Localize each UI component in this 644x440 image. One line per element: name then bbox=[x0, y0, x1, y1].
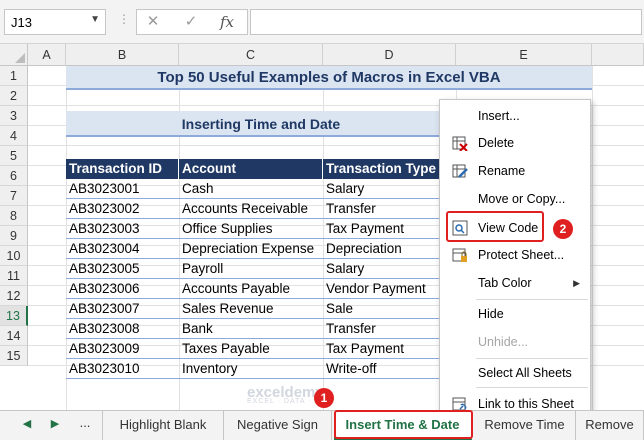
menu-item-protect-sheet[interactable]: Protect Sheet... bbox=[440, 243, 590, 267]
sheet-tab-context-menu: Insert... Delete Rename Move or Copy... … bbox=[439, 99, 591, 419]
row-header-12[interactable]: 12 bbox=[0, 286, 28, 306]
table-cell[interactable]: Cash bbox=[179, 179, 323, 199]
table-cell[interactable]: AB3023007 bbox=[66, 299, 179, 319]
watermark-logo: exceldemy EXCEL · DATA · BI bbox=[247, 384, 324, 405]
table-cell[interactable]: Depreciation Expense bbox=[179, 239, 323, 259]
table-cell[interactable]: Vendor Payment bbox=[323, 279, 441, 299]
menu-separator bbox=[476, 387, 588, 388]
table-cell[interactable]: AB3023001 bbox=[66, 179, 179, 199]
menu-item-unhide: Unhide... bbox=[478, 335, 529, 349]
view-code-highlight bbox=[446, 211, 544, 242]
sheet-subtitle: Inserting Time and Date bbox=[66, 111, 456, 137]
column-header-a[interactable]: A bbox=[28, 44, 66, 66]
formula-bar: J13 ▼ ⋮ ✕ ✓ fx bbox=[0, 0, 644, 44]
table-header-transaction-type: Transaction Type bbox=[323, 159, 441, 179]
table-cell[interactable]: Accounts Receivable bbox=[179, 199, 323, 219]
row-header-13[interactable]: 13 bbox=[0, 306, 28, 326]
column-header-c[interactable]: C bbox=[179, 44, 323, 66]
row-header-6[interactable]: 6 bbox=[0, 166, 28, 186]
row-header-5[interactable]: 5 bbox=[0, 146, 28, 166]
tab-remove-time[interactable]: Remove Time bbox=[474, 411, 576, 440]
row-header-7[interactable]: 7 bbox=[0, 186, 28, 206]
more-sheets-button[interactable]: ... bbox=[76, 415, 94, 430]
row-header-14[interactable]: 14 bbox=[0, 326, 28, 346]
menu-item-tab-color[interactable]: Tab Color ▶ bbox=[440, 271, 590, 295]
next-sheet-icon[interactable]: ▶ bbox=[46, 417, 64, 430]
table-cell[interactable]: Accounts Payable bbox=[179, 279, 323, 299]
menu-separator bbox=[476, 299, 588, 300]
table-cell[interactable]: Payroll bbox=[179, 259, 323, 279]
table-cell[interactable]: Salary bbox=[323, 179, 441, 199]
table-cell[interactable]: Bank bbox=[179, 319, 323, 339]
row-header-4[interactable]: 4 bbox=[0, 126, 28, 146]
table-cell[interactable]: Tax Payment bbox=[323, 339, 441, 359]
table-cell[interactable]: AB3023009 bbox=[66, 339, 179, 359]
table-cell[interactable]: AB3023004 bbox=[66, 239, 179, 259]
cancel-icon[interactable]: ✕ bbox=[140, 9, 166, 35]
formula-bar-grip-icon: ⋮ bbox=[118, 12, 130, 26]
protect-sheet-icon bbox=[452, 248, 467, 262]
menu-item-insert[interactable]: Insert... bbox=[440, 104, 590, 128]
row-header-8[interactable]: 8 bbox=[0, 206, 28, 226]
table-cell[interactable]: Transfer bbox=[323, 199, 441, 219]
table-cell[interactable]: Taxes Payable bbox=[179, 339, 323, 359]
formula-input[interactable] bbox=[250, 9, 642, 35]
row-header-15[interactable]: 15 bbox=[0, 346, 28, 366]
table-header-account: Account bbox=[179, 159, 323, 179]
table-cell[interactable]: Salary bbox=[323, 259, 441, 279]
table-cell[interactable]: AB3023008 bbox=[66, 319, 179, 339]
column-header-b[interactable]: B bbox=[66, 44, 179, 66]
table-cell[interactable]: AB3023010 bbox=[66, 359, 179, 379]
table-cell[interactable]: AB3023006 bbox=[66, 279, 179, 299]
column-header-d[interactable]: D bbox=[323, 44, 456, 66]
table-cell[interactable]: Transfer bbox=[323, 319, 441, 339]
rename-sheet-icon bbox=[452, 164, 468, 178]
tab-highlight-blank[interactable]: Highlight Blank bbox=[102, 411, 224, 440]
menu-item-hide[interactable]: Hide bbox=[440, 302, 590, 326]
tab-negative-sign[interactable]: Negative Sign bbox=[224, 411, 332, 440]
name-box-value: J13 bbox=[11, 15, 32, 30]
column-header-f[interactable] bbox=[592, 44, 644, 66]
select-all-corner[interactable] bbox=[0, 44, 28, 66]
insert-function-icon[interactable]: fx bbox=[214, 9, 240, 35]
sheet-title: Top 50 Useful Examples of Macros in Exce… bbox=[66, 66, 592, 90]
sheet-tab-bar: ◀ ▶ ... Highlight Blank Negative Sign In… bbox=[0, 410, 644, 440]
row-header-9[interactable]: 9 bbox=[0, 226, 28, 246]
row-header-10[interactable]: 10 bbox=[0, 246, 28, 266]
column-header-e[interactable]: E bbox=[456, 44, 592, 66]
table-cell[interactable]: Sale bbox=[323, 299, 441, 319]
table-row-border bbox=[66, 378, 442, 379]
table-cell[interactable]: AB3023003 bbox=[66, 219, 179, 239]
menu-item-move-or-copy[interactable]: Move or Copy... bbox=[440, 187, 590, 211]
table-cell[interactable]: Inventory bbox=[179, 359, 323, 379]
active-tab-highlight bbox=[334, 410, 473, 439]
submenu-arrow-icon: ▶ bbox=[573, 278, 580, 288]
table-cell[interactable]: AB3023002 bbox=[66, 199, 179, 219]
table-cell[interactable]: Depreciation bbox=[323, 239, 441, 259]
table-header-transaction-id: Transaction ID bbox=[66, 159, 179, 179]
menu-item-select-all-sheets[interactable]: Select All Sheets bbox=[440, 361, 590, 385]
menu-item-delete[interactable]: Delete bbox=[440, 131, 590, 155]
row-header-1[interactable]: 1 bbox=[0, 66, 28, 86]
chevron-down-icon[interactable]: ▼ bbox=[90, 14, 100, 25]
step-badge-2: 2 bbox=[553, 219, 573, 239]
tab-remove[interactable]: Remove bbox=[576, 411, 644, 440]
row-header-11[interactable]: 11 bbox=[0, 266, 28, 286]
enter-icon[interactable]: ✓ bbox=[178, 9, 204, 35]
name-box[interactable]: J13 ▼ bbox=[4, 9, 106, 35]
table-cell[interactable]: Sales Revenue bbox=[179, 299, 323, 319]
previous-sheet-icon[interactable]: ◀ bbox=[18, 417, 36, 430]
step-badge-1: 1 bbox=[314, 388, 334, 408]
table-cell[interactable]: AB3023005 bbox=[66, 259, 179, 279]
menu-separator bbox=[476, 358, 588, 359]
grid-line bbox=[592, 66, 593, 410]
menu-item-rename[interactable]: Rename bbox=[440, 159, 590, 183]
row-header-2[interactable]: 2 bbox=[0, 86, 28, 106]
row-header-3[interactable]: 3 bbox=[0, 106, 28, 126]
delete-sheet-icon bbox=[452, 136, 468, 151]
table-cell[interactable]: Office Supplies bbox=[179, 219, 323, 239]
table-cell[interactable]: Write-off bbox=[323, 359, 441, 379]
table-cell[interactable]: Tax Payment bbox=[323, 219, 441, 239]
